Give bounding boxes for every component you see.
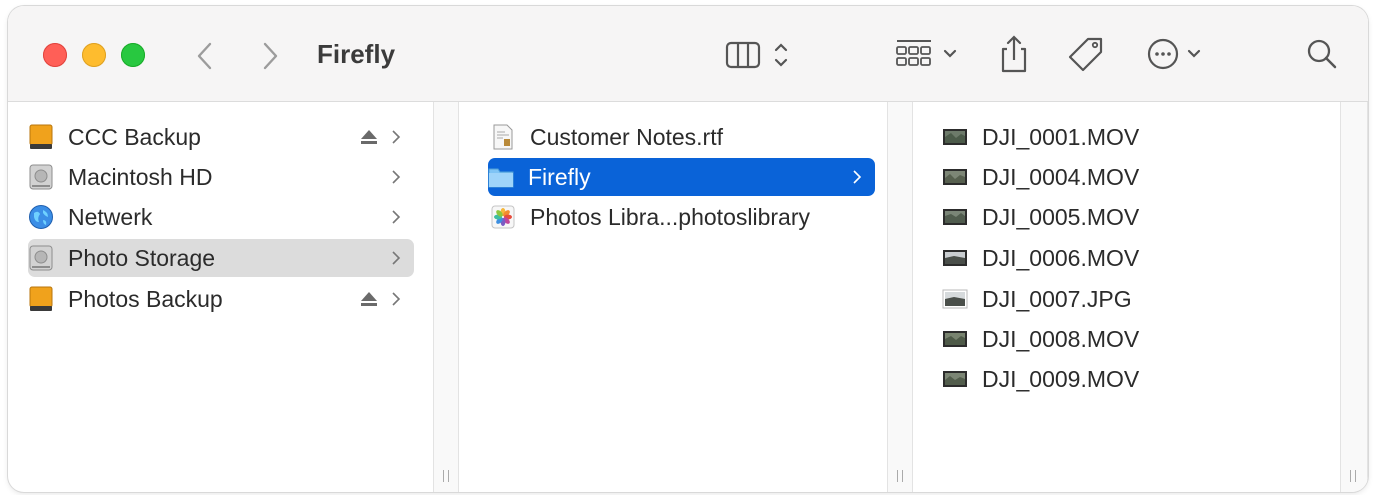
- list-item-dji-0007[interactable]: DJI_0007.JPG: [942, 280, 1328, 318]
- column-firefly: DJI_0001.MOV DJI_0004.MOV DJI_0005.MOV D…: [920, 102, 1340, 492]
- more-actions-button[interactable]: [1146, 34, 1216, 74]
- chevron-right-icon: [392, 170, 401, 184]
- column-resize-handle[interactable]: [1340, 102, 1368, 492]
- list-item-label: CCC Backup: [68, 123, 201, 150]
- list-item-label: Macintosh HD: [68, 163, 213, 190]
- list-item-customer-notes[interactable]: Customer Notes.rtf: [490, 118, 876, 156]
- chevron-right-icon: [263, 42, 278, 70]
- internal-disk-icon: [28, 245, 54, 271]
- folder-icon: [488, 164, 514, 190]
- column-volumes: CCC Backup Macintosh HD Netwerk Photo St…: [8, 102, 440, 492]
- video-thumbnail-icon: [942, 164, 968, 190]
- column-photo-storage: Customer Notes.rtf Firefly Photos Libra.…: [466, 102, 886, 492]
- column-resize-handle[interactable]: [433, 102, 459, 492]
- video-thumbnail-icon: [942, 245, 968, 271]
- image-thumbnail-icon: [942, 286, 968, 312]
- list-item-label: Photo Storage: [68, 244, 216, 271]
- ellipsis-circle-icon: [1147, 38, 1201, 70]
- video-thumbnail-icon: [942, 366, 968, 392]
- share-button[interactable]: [996, 34, 1032, 74]
- forward-button[interactable]: [255, 36, 285, 76]
- rtf-document-icon: [490, 124, 516, 150]
- video-thumbnail-icon: [942, 204, 968, 230]
- list-item-photos-library[interactable]: Photos Libra...photoslibrary: [490, 198, 876, 236]
- photos-library-icon: [490, 204, 516, 230]
- column-browser: CCC Backup Macintosh HD Netwerk Photo St…: [8, 102, 1368, 492]
- group-button[interactable]: [892, 34, 972, 74]
- list-item-dji-0006[interactable]: DJI_0006.MOV: [942, 239, 1328, 277]
- list-item-dji-0008[interactable]: DJI_0008.MOV: [942, 320, 1328, 358]
- resize-grip-icon: [897, 470, 903, 482]
- list-item-label: DJI_0007.JPG: [982, 285, 1132, 312]
- view-mode-button[interactable]: [724, 34, 804, 74]
- share-icon: [1001, 35, 1027, 73]
- eject-icon[interactable]: [360, 291, 378, 307]
- video-thumbnail-icon: [942, 124, 968, 150]
- list-item-dji-0004[interactable]: DJI_0004.MOV: [942, 158, 1328, 196]
- video-thumbnail-icon: [942, 326, 968, 352]
- network-globe-icon: [28, 204, 54, 230]
- close-button[interactable]: [43, 43, 67, 67]
- list-item-netwerk[interactable]: Netwerk: [28, 198, 414, 236]
- zoom-button[interactable]: [121, 43, 145, 67]
- column-resize-handle[interactable]: [887, 102, 913, 492]
- list-item-dji-0005[interactable]: DJI_0005.MOV: [942, 198, 1328, 236]
- list-item-label: Photos Backup: [68, 285, 223, 312]
- list-item-label: DJI_0009.MOV: [982, 365, 1140, 392]
- minimize-button[interactable]: [82, 43, 106, 67]
- list-item-label: DJI_0004.MOV: [982, 163, 1140, 190]
- list-item-label: Netwerk: [68, 203, 153, 230]
- chevron-right-icon: [392, 130, 401, 144]
- list-item-dji-0009[interactable]: DJI_0009.MOV: [942, 360, 1328, 398]
- list-item-label: DJI_0001.MOV: [982, 123, 1140, 150]
- list-item-macintosh-hd[interactable]: Macintosh HD: [28, 158, 414, 196]
- eject-icon[interactable]: [360, 129, 378, 145]
- search-icon: [1307, 39, 1337, 69]
- chevron-right-icon: [392, 251, 401, 265]
- list-item-label: DJI_0005.MOV: [982, 203, 1140, 230]
- column-view-icon: [725, 41, 788, 69]
- list-item-photos-backup[interactable]: Photos Backup: [28, 280, 414, 318]
- list-item-label: Photos Libra...photoslibrary: [530, 203, 810, 230]
- list-item-dji-0001[interactable]: DJI_0001.MOV: [942, 118, 1328, 156]
- resize-grip-icon: [1350, 470, 1356, 482]
- list-item-label: DJI_0008.MOV: [982, 325, 1140, 352]
- chevron-right-icon: [853, 170, 862, 184]
- chevron-right-icon: [392, 210, 401, 224]
- resize-grip-icon: [443, 470, 449, 482]
- back-button[interactable]: [190, 36, 220, 76]
- external-drive-icon: [28, 286, 54, 312]
- tag-icon: [1068, 37, 1103, 72]
- window-title: Firefly: [317, 39, 396, 69]
- chevron-right-icon: [392, 292, 401, 306]
- toolbar: Firefly: [8, 6, 1368, 102]
- list-item-firefly[interactable]: Firefly: [488, 158, 875, 196]
- list-item-photo-storage[interactable]: Photo Storage: [28, 239, 414, 277]
- list-item-label: Firefly: [528, 163, 591, 190]
- external-drive-icon: [28, 124, 54, 150]
- finder-window: Firefly CCC Backup Macintosh HD Netwerk …: [8, 6, 1368, 492]
- tag-button[interactable]: [1066, 34, 1106, 74]
- list-item-ccc-backup[interactable]: CCC Backup: [28, 118, 414, 156]
- group-grid-icon: [896, 40, 957, 66]
- list-item-label: DJI_0006.MOV: [982, 244, 1140, 271]
- chevron-left-icon: [197, 42, 212, 70]
- search-button[interactable]: [1304, 34, 1340, 74]
- list-item-label: Customer Notes.rtf: [530, 123, 723, 150]
- internal-disk-icon: [28, 164, 54, 190]
